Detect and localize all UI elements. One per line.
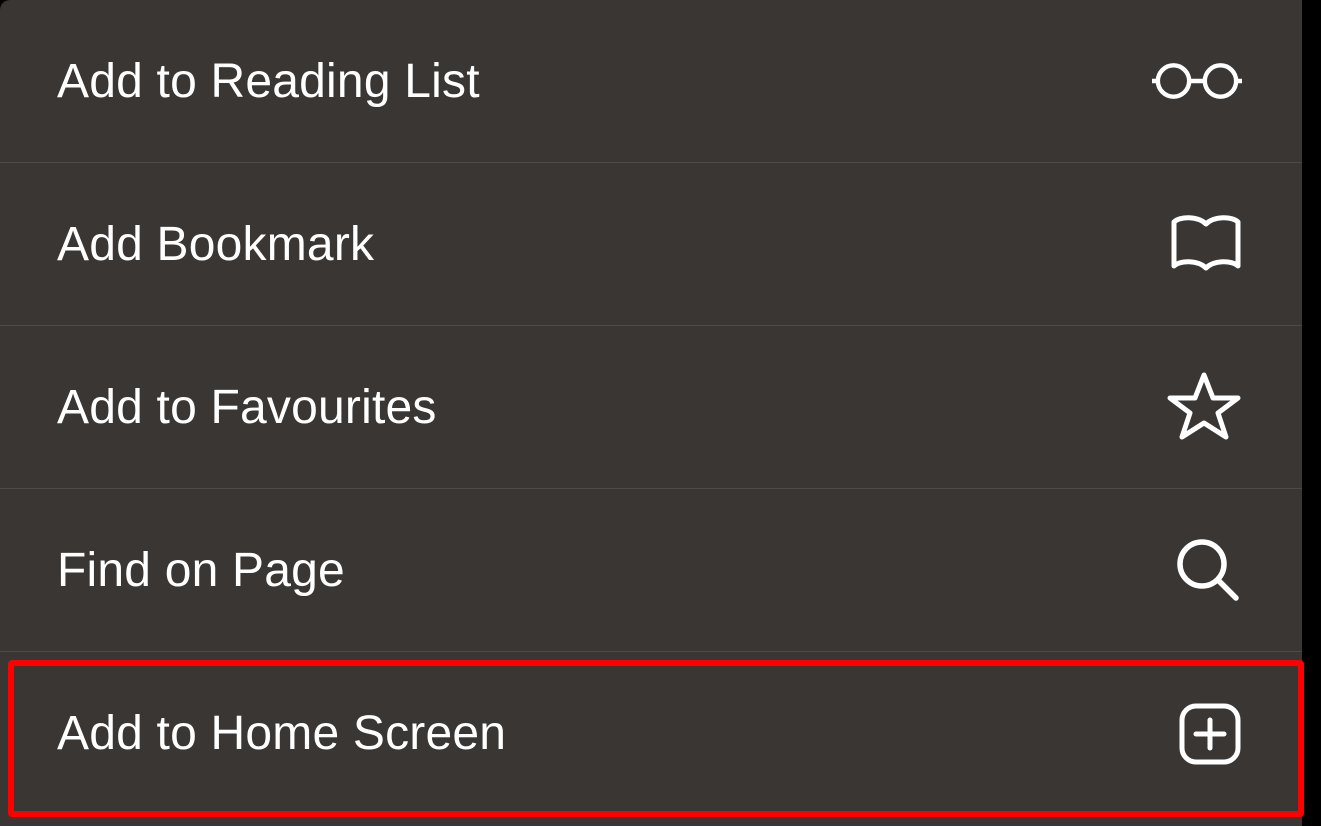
menu-item-label: Add to Reading List xyxy=(57,54,480,109)
menu-list: Add to Reading List Add Bookmark xyxy=(0,0,1302,815)
menu-item-add-to-home-screen[interactable]: Add to Home Screen xyxy=(0,652,1302,815)
star-icon xyxy=(1152,362,1242,452)
menu-item-add-to-reading-list[interactable]: Add to Reading List xyxy=(0,0,1302,163)
menu-item-label: Add to Favourites xyxy=(57,380,437,435)
menu-item-label: Add to Home Screen xyxy=(57,706,506,761)
menu-item-label: Add Bookmark xyxy=(57,217,374,272)
menu-item-add-to-favourites[interactable]: Add to Favourites xyxy=(0,326,1302,489)
search-icon xyxy=(1152,525,1242,615)
menu-item-add-bookmark[interactable]: Add Bookmark xyxy=(0,163,1302,326)
share-sheet-menu: Add to Reading List Add Bookmark xyxy=(0,0,1302,826)
menu-item-label: Find on Page xyxy=(57,543,345,598)
menu-item-find-on-page[interactable]: Find on Page xyxy=(0,489,1302,652)
glasses-icon xyxy=(1152,36,1242,126)
plus-square-icon xyxy=(1152,689,1242,779)
book-icon xyxy=(1152,199,1242,289)
